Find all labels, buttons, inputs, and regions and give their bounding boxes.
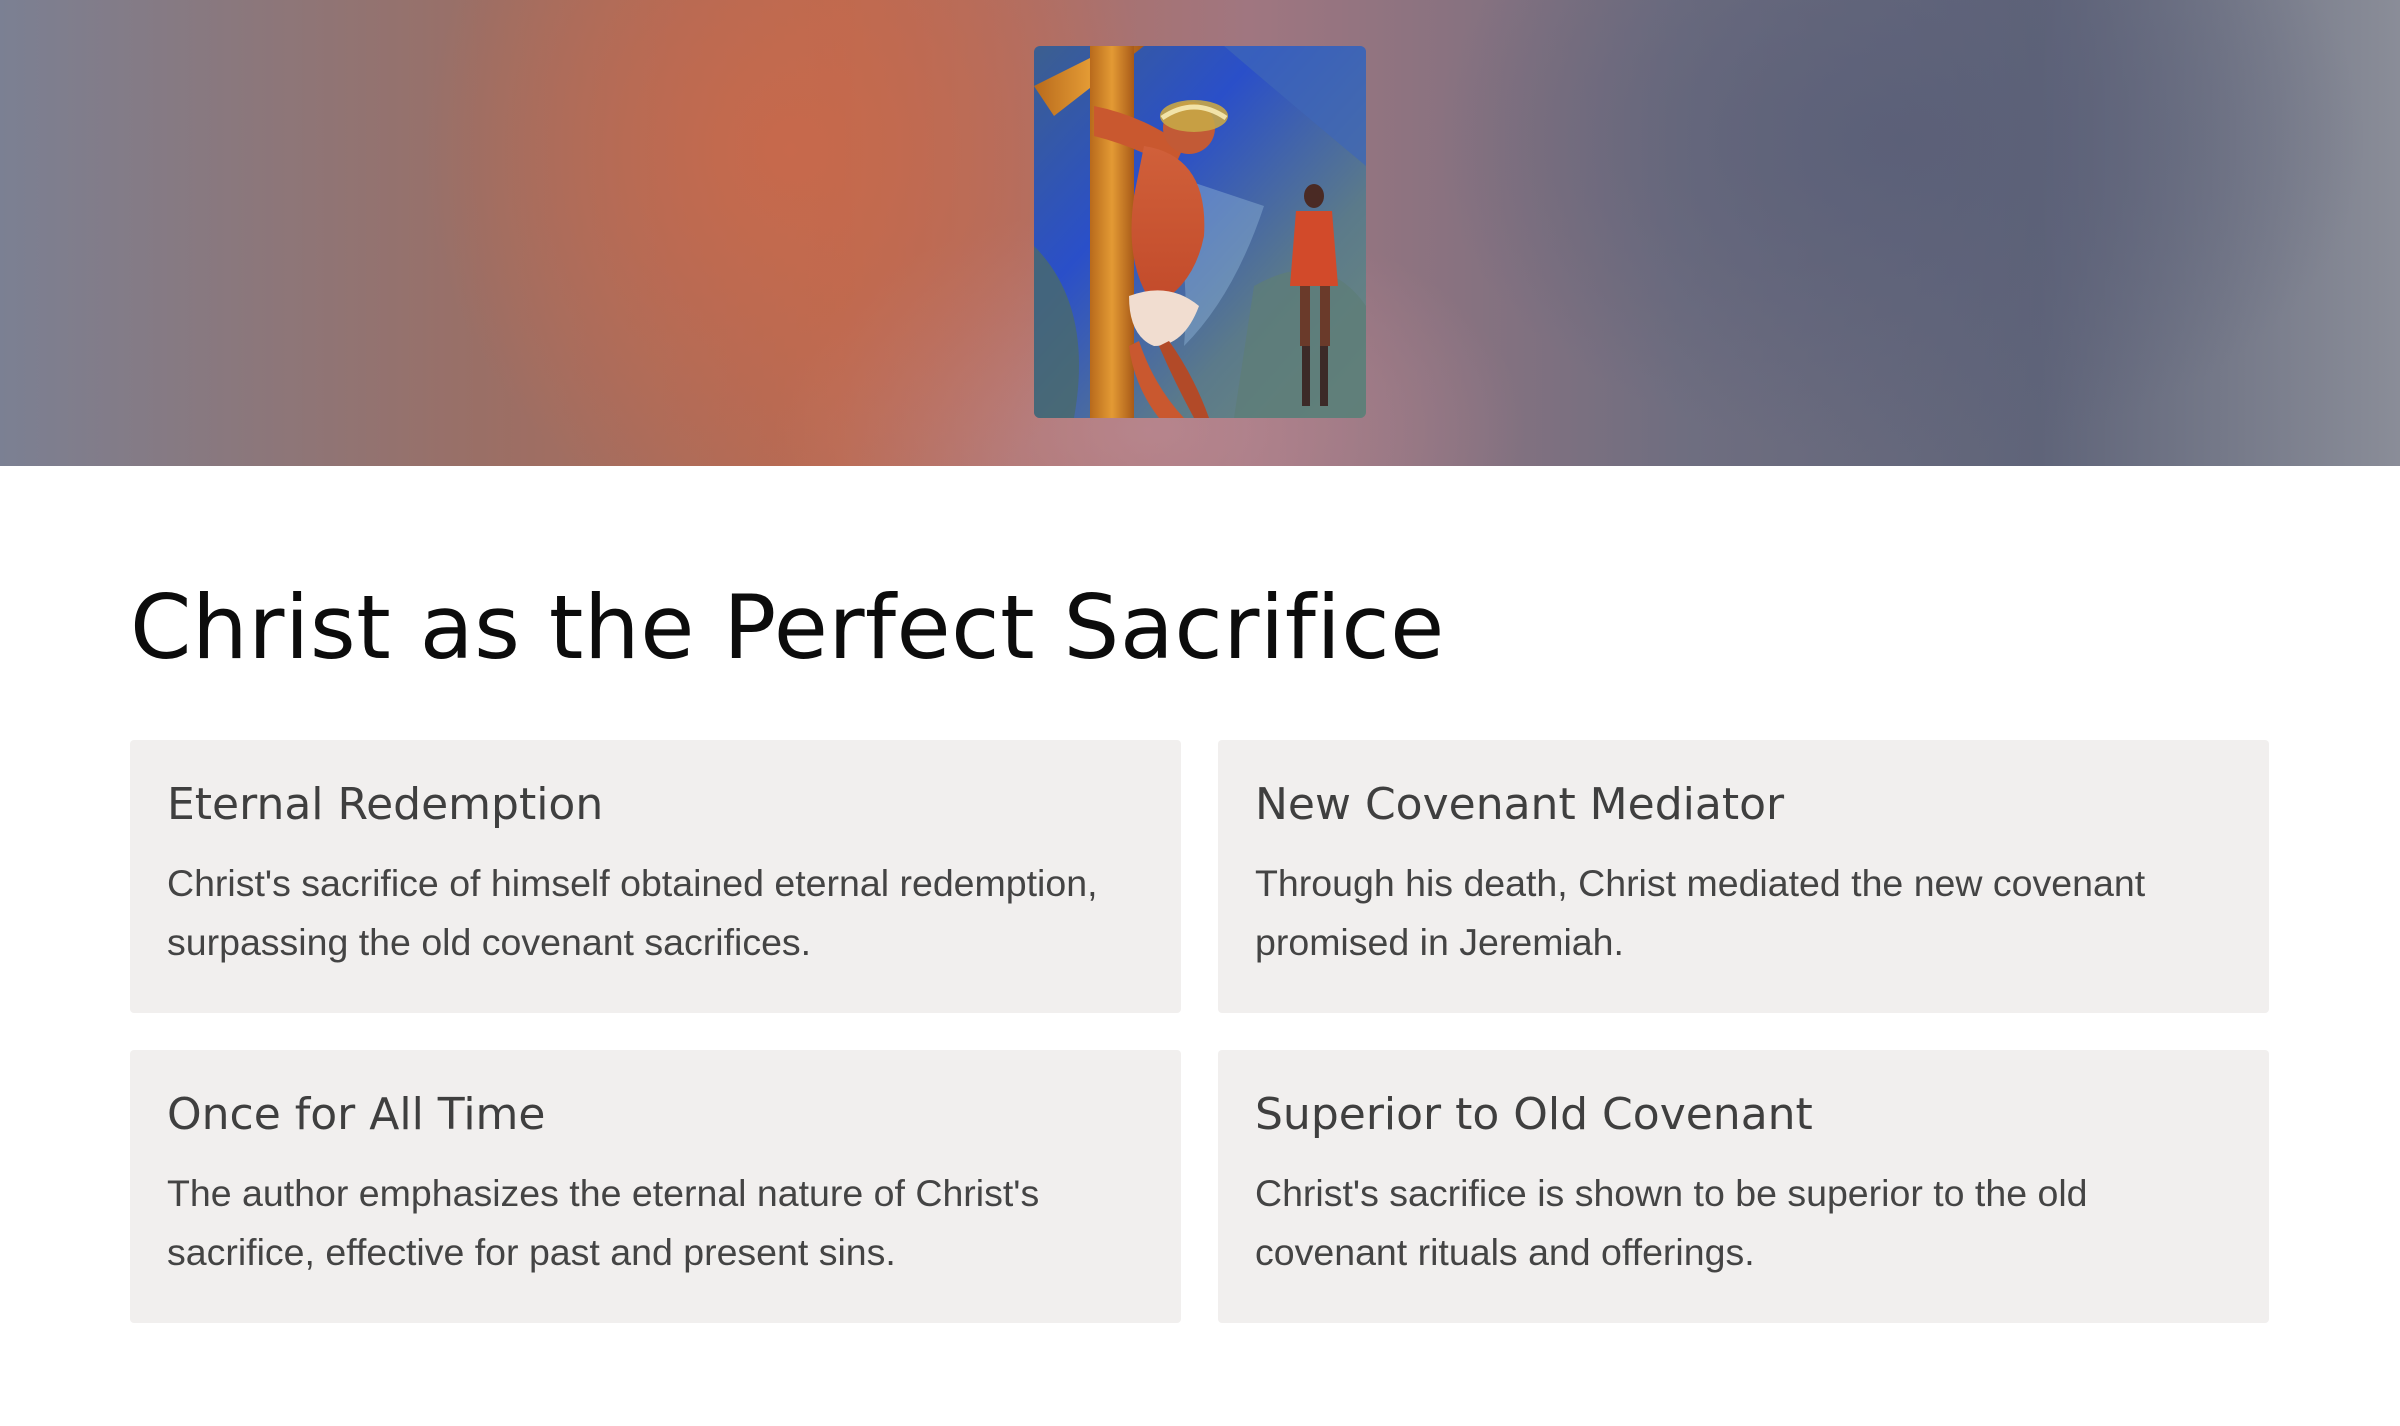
card-body: Christ's sacrifice of himself obtained e… [167,862,1098,963]
card-title: New Covenant Mediator [1255,779,1785,830]
card-new-covenant-mediator: New Covenant Mediator Through his death,… [1218,740,2269,1013]
card-body: Christ's sacrifice is shown to be superi… [1255,1172,2088,1273]
page-title: Christ as the Perfect Sacrifice [130,576,1445,679]
card-title: Superior to Old Covenant [1255,1089,1813,1140]
crucifixion-painting-image [1034,46,1366,418]
card-body: The author emphasizes the eternal nature… [167,1172,1040,1273]
card-eternal-redemption: Eternal Redemption Christ's sacrifice of… [130,740,1181,1013]
card-title: Eternal Redemption [167,779,604,830]
card-once-for-all-time: Once for All Time The author emphasizes … [130,1050,1181,1323]
card-superior-to-old-covenant: Superior to Old Covenant Christ's sacrif… [1218,1050,2269,1323]
card-body: Through his death, Christ mediated the n… [1255,862,2146,963]
card-title: Once for All Time [167,1089,546,1140]
